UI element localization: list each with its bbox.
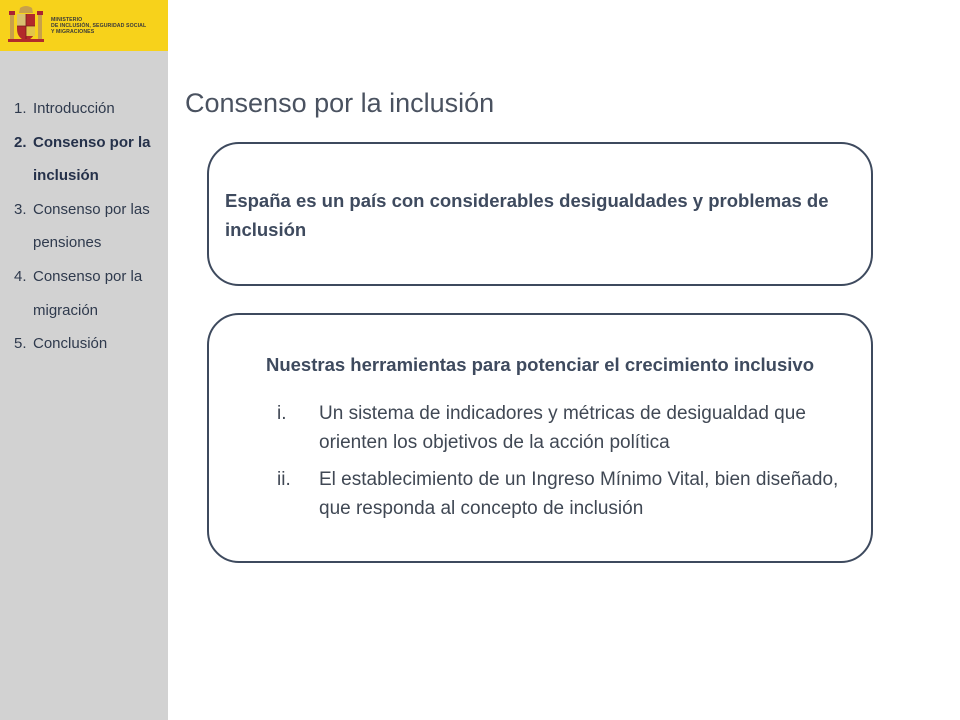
statement-text: España es un país con considerables desi… [225, 190, 829, 240]
section-nav: 1. Introducción 2. Consenso por la inclu… [14, 92, 164, 361]
slide-title: Consenso por la inclusión [185, 88, 495, 119]
list-item: ii. El establecimiento de un Ingreso Mín… [277, 465, 857, 523]
sidebar: MINISTERIO DE INCLUSIÓN, SEGURIDAD SOCIA… [0, 0, 168, 720]
coat-of-arms-icon [8, 6, 44, 42]
list-item-text: El establecimiento de un Ingreso Mínimo … [319, 469, 839, 519]
nav-item-label: Introducción [33, 100, 115, 117]
nav-item-number: 5. [14, 335, 27, 353]
list-marker: i. [277, 403, 287, 424]
nav-item-consenso-migracion[interactable]: 4. Consenso por la migración [14, 260, 164, 327]
nav-item-conclusion[interactable]: 5. Conclusión [14, 327, 164, 361]
nav-item-consenso-pensiones[interactable]: 3. Consenso por las pensiones [14, 193, 164, 260]
ministry-line: Y MIGRACIONES [51, 29, 95, 35]
statement-box: España es un país con considerables desi… [207, 142, 873, 286]
nav-item-consenso-inclusion[interactable]: 2. Consenso por la inclusión [14, 126, 164, 193]
list-marker: ii. [277, 469, 291, 490]
tools-list: i. Un sistema de indicadores y métricas … [277, 399, 857, 531]
tools-heading: Nuestras herramientas para potenciar el … [265, 354, 815, 375]
tools-box: Nuestras herramientas para potenciar el … [207, 313, 873, 563]
nav-item-number: 3. [14, 200, 27, 218]
nav-item-number: 1. [14, 100, 27, 117]
nav-item-label: Conclusión [33, 335, 108, 353]
ministry-name: MINISTERIO DE INCLUSIÓN, SEGURIDAD SOCIA… [51, 17, 166, 35]
list-item: i. Un sistema de indicadores y métricas … [277, 399, 857, 457]
nav-item-label: Consenso por la migración [33, 267, 143, 319]
nav-item-number: 4. [14, 267, 27, 285]
nav-item-introduccion[interactable]: 1. Introducción [14, 92, 164, 126]
nav-item-label: Consenso por la inclusión [33, 133, 151, 185]
ministry-logo: MINISTERIO DE INCLUSIÓN, SEGURIDAD SOCIA… [0, 0, 168, 51]
nav-item-number: 2. [14, 133, 27, 151]
nav-item-label: Consenso por las pensiones [33, 200, 150, 252]
list-item-text: Un sistema de indicadores y métricas de … [319, 403, 806, 453]
